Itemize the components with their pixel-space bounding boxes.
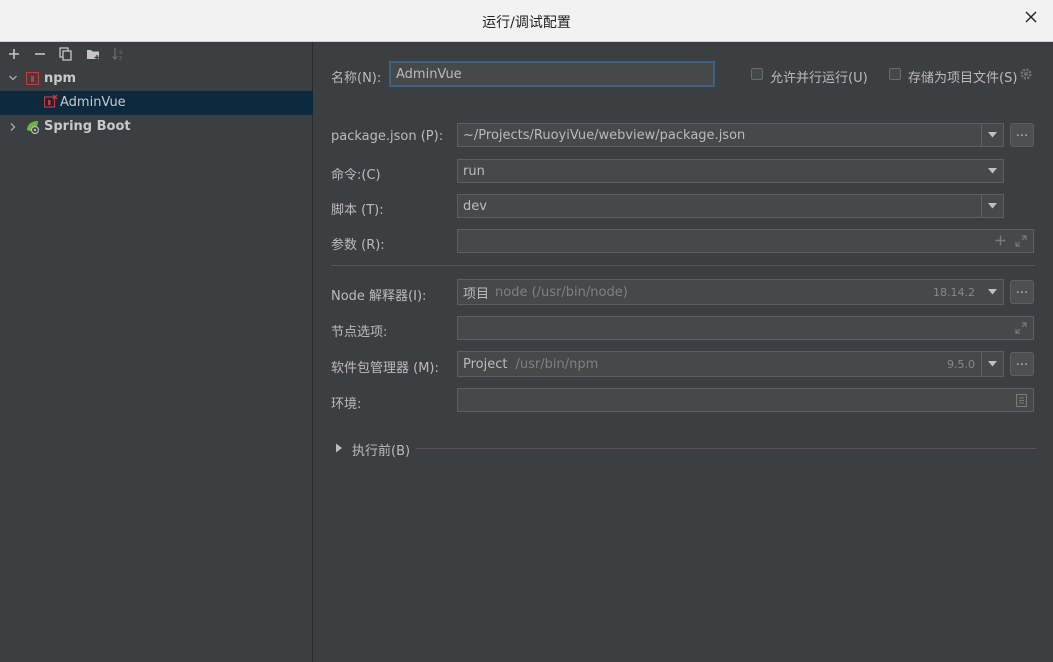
arguments-input[interactable]	[457, 229, 1034, 253]
before-launch-label[interactable]: 执行前(B)	[352, 440, 410, 459]
add-icon[interactable]	[5, 45, 23, 63]
scripts-value: dev	[463, 198, 487, 214]
remove-icon[interactable]	[31, 45, 49, 63]
spring-boot-icon	[25, 120, 40, 138]
package-json-value: ~/Projects/RuoyiVue/webview/package.json	[463, 127, 746, 143]
triangle-right-icon[interactable]	[335, 442, 343, 457]
name-label: 名称(N):	[331, 71, 382, 86]
chevron-down-icon[interactable]	[982, 160, 1003, 182]
tree-label-adminvue: AdminVue	[60, 95, 126, 110]
npm-icon	[25, 71, 40, 89]
package-manager-browse-button[interactable]: ...	[1010, 352, 1034, 376]
tree-node-adminvue[interactable]: AdminVue	[0, 91, 313, 115]
chevron-down-icon[interactable]	[8, 72, 18, 87]
store-as-file-label: 存储为项目文件(S)	[908, 71, 1018, 86]
window-title: 运行/调试配置	[482, 15, 571, 31]
document-icon[interactable]	[1016, 394, 1027, 407]
chevron-down-icon[interactable]	[981, 124, 1003, 146]
scripts-label: 脚本 (T):	[331, 203, 384, 218]
title-bar: 运行/调试配置	[0, 0, 1053, 42]
package-manager-version: 9.5.0	[947, 358, 975, 371]
tree-node-spring-boot[interactable]: Spring Boot	[0, 115, 313, 139]
name-input[interactable]: AdminVue	[389, 61, 715, 87]
node-interpreter-path: node (/usr/bin/node)	[495, 284, 628, 300]
package-manager-path: /usr/bin/npm	[515, 356, 599, 372]
chevron-right-icon[interactable]	[8, 121, 18, 136]
gear-icon[interactable]	[1019, 67, 1033, 85]
package-manager-label: 软件包管理器 (M):	[331, 361, 439, 376]
copy-icon[interactable]	[57, 45, 75, 63]
node-interpreter-label: Node 解释器(I):	[331, 289, 427, 304]
npm-config-icon	[43, 94, 59, 113]
package-manager-prefix: Project	[463, 356, 508, 372]
tree-label-spring-boot: Spring Boot	[44, 119, 131, 134]
close-icon[interactable]	[1023, 10, 1039, 26]
env-input[interactable]	[457, 388, 1034, 412]
command-value: run	[463, 163, 485, 179]
node-options-input[interactable]	[457, 316, 1034, 340]
node-options-label: 节点选项:	[331, 325, 388, 340]
env-label: 环境:	[331, 397, 362, 412]
separator	[416, 448, 1036, 449]
node-interpreter-prefix: 项目	[463, 286, 490, 302]
tree-node-npm[interactable]: npm	[0, 67, 313, 91]
allow-parallel-label: 允许并行运行(U)	[770, 71, 868, 86]
separator	[331, 265, 1035, 266]
expand-icon[interactable]	[1015, 322, 1027, 334]
plus-icon[interactable]	[995, 235, 1006, 246]
node-interpreter-browse-button[interactable]: ...	[1010, 280, 1034, 304]
command-combobox[interactable]: run	[457, 159, 1004, 183]
package-json-browse-button[interactable]: ...	[1010, 123, 1034, 147]
node-interpreter-combobox[interactable]: 项目 node (/usr/bin/node) 18.14.2	[457, 279, 1004, 305]
folder-add-icon[interactable]	[84, 45, 102, 63]
chevron-down-icon[interactable]	[981, 352, 1003, 376]
allow-parallel-checkbox[interactable]	[751, 68, 763, 80]
node-version: 18.14.2	[933, 286, 975, 299]
chevron-down-icon[interactable]	[982, 280, 1003, 304]
scripts-combobox[interactable]: dev	[457, 194, 1004, 218]
sort-icon[interactable]: az	[109, 45, 127, 63]
chevron-down-icon[interactable]	[981, 195, 1003, 217]
tree-label-npm: npm	[44, 71, 77, 86]
store-as-file-checkbox[interactable]	[889, 68, 901, 80]
config-form: 名称(N): AdminVue 允许并行运行(U) 存储为项目文件(S) pac…	[313, 42, 1053, 662]
config-tree-panel: az npm AdminVue Spring Boot	[0, 42, 313, 662]
expand-icon[interactable]	[1015, 235, 1027, 247]
package-json-label: package.json (P):	[331, 129, 444, 144]
command-label: 命令:(C)	[331, 168, 381, 183]
package-json-combobox[interactable]: ~/Projects/RuoyiVue/webview/package.json	[457, 123, 1004, 147]
arguments-label: 参数 (R):	[331, 238, 385, 253]
package-manager-combobox[interactable]: Project /usr/bin/npm 9.5.0	[457, 351, 1004, 377]
svg-text:z: z	[119, 55, 122, 61]
tree-toolbar: az	[0, 42, 312, 66]
